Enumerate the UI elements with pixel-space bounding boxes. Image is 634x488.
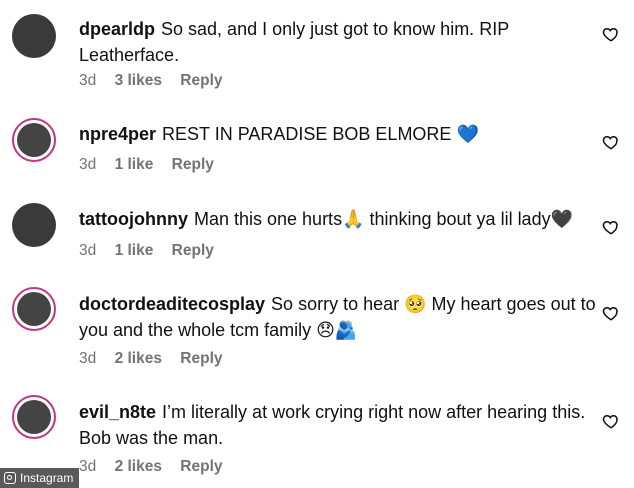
- reply-button[interactable]: Reply: [180, 350, 222, 367]
- comment-body: doctordeaditecosplay So sorry to hear 🥺 M…: [79, 291, 599, 343]
- comment-likes[interactable]: 1 like: [115, 242, 154, 259]
- heart-outline-icon[interactable]: [602, 304, 620, 322]
- comment-meta: 3d 1 like Reply: [79, 156, 228, 174]
- comment-body: npre4per REST IN PARADISE BOB ELMORE 💙: [79, 121, 599, 147]
- comment-age: 3d: [79, 350, 97, 367]
- reply-button[interactable]: Reply: [172, 242, 214, 259]
- comment-username[interactable]: npre4per: [79, 124, 156, 144]
- comment-body: tattoojohnny Man this one hurts🙏 thinking…: [79, 206, 599, 232]
- comment-text: REST IN PARADISE BOB ELMORE 💙: [162, 124, 479, 144]
- avatar[interactable]: [12, 14, 56, 58]
- comment-username[interactable]: tattoojohnny: [79, 209, 188, 229]
- heart-outline-icon[interactable]: [602, 412, 620, 430]
- comment-likes[interactable]: 3 likes: [115, 72, 162, 89]
- avatar[interactable]: [12, 287, 56, 331]
- comment-likes[interactable]: 2 likes: [115, 350, 162, 367]
- comment-meta: 3d 2 likes Reply: [79, 350, 237, 368]
- comment-username[interactable]: dpearldp: [79, 19, 155, 39]
- comment-username[interactable]: doctordeaditecosplay: [79, 294, 265, 314]
- reply-button[interactable]: Reply: [180, 72, 222, 89]
- reply-button[interactable]: Reply: [180, 458, 222, 475]
- comment-age: 3d: [79, 72, 97, 89]
- heart-outline-icon[interactable]: [602, 25, 620, 43]
- comment-meta: 3d 3 likes Reply: [79, 72, 237, 90]
- comment-body: evil_n8te I’m literally at work crying ri…: [79, 399, 599, 451]
- watermark-label: Instagram: [20, 471, 74, 485]
- comment-meta: 3d 1 like Reply: [79, 242, 228, 260]
- comment-likes[interactable]: 1 like: [115, 156, 154, 173]
- comment-likes[interactable]: 2 likes: [115, 458, 162, 475]
- avatar[interactable]: [12, 395, 56, 439]
- avatar[interactable]: [12, 203, 56, 247]
- instagram-watermark: Instagram: [0, 468, 80, 488]
- comment-meta: 3d 2 likes Reply: [79, 458, 237, 476]
- instagram-icon: [4, 472, 16, 484]
- comment-age: 3d: [79, 458, 97, 475]
- comment-age: 3d: [79, 156, 97, 173]
- heart-outline-icon[interactable]: [602, 218, 620, 236]
- heart-outline-icon[interactable]: [602, 133, 620, 151]
- reply-button[interactable]: Reply: [172, 156, 214, 173]
- comment-text: Man this one hurts🙏 thinking bout ya lil…: [193, 209, 573, 229]
- comment-username[interactable]: evil_n8te: [79, 402, 156, 422]
- comment-body: dpearldp So sad, and I only just got to k…: [79, 16, 599, 68]
- comment-age: 3d: [79, 242, 97, 259]
- avatar[interactable]: [12, 118, 56, 162]
